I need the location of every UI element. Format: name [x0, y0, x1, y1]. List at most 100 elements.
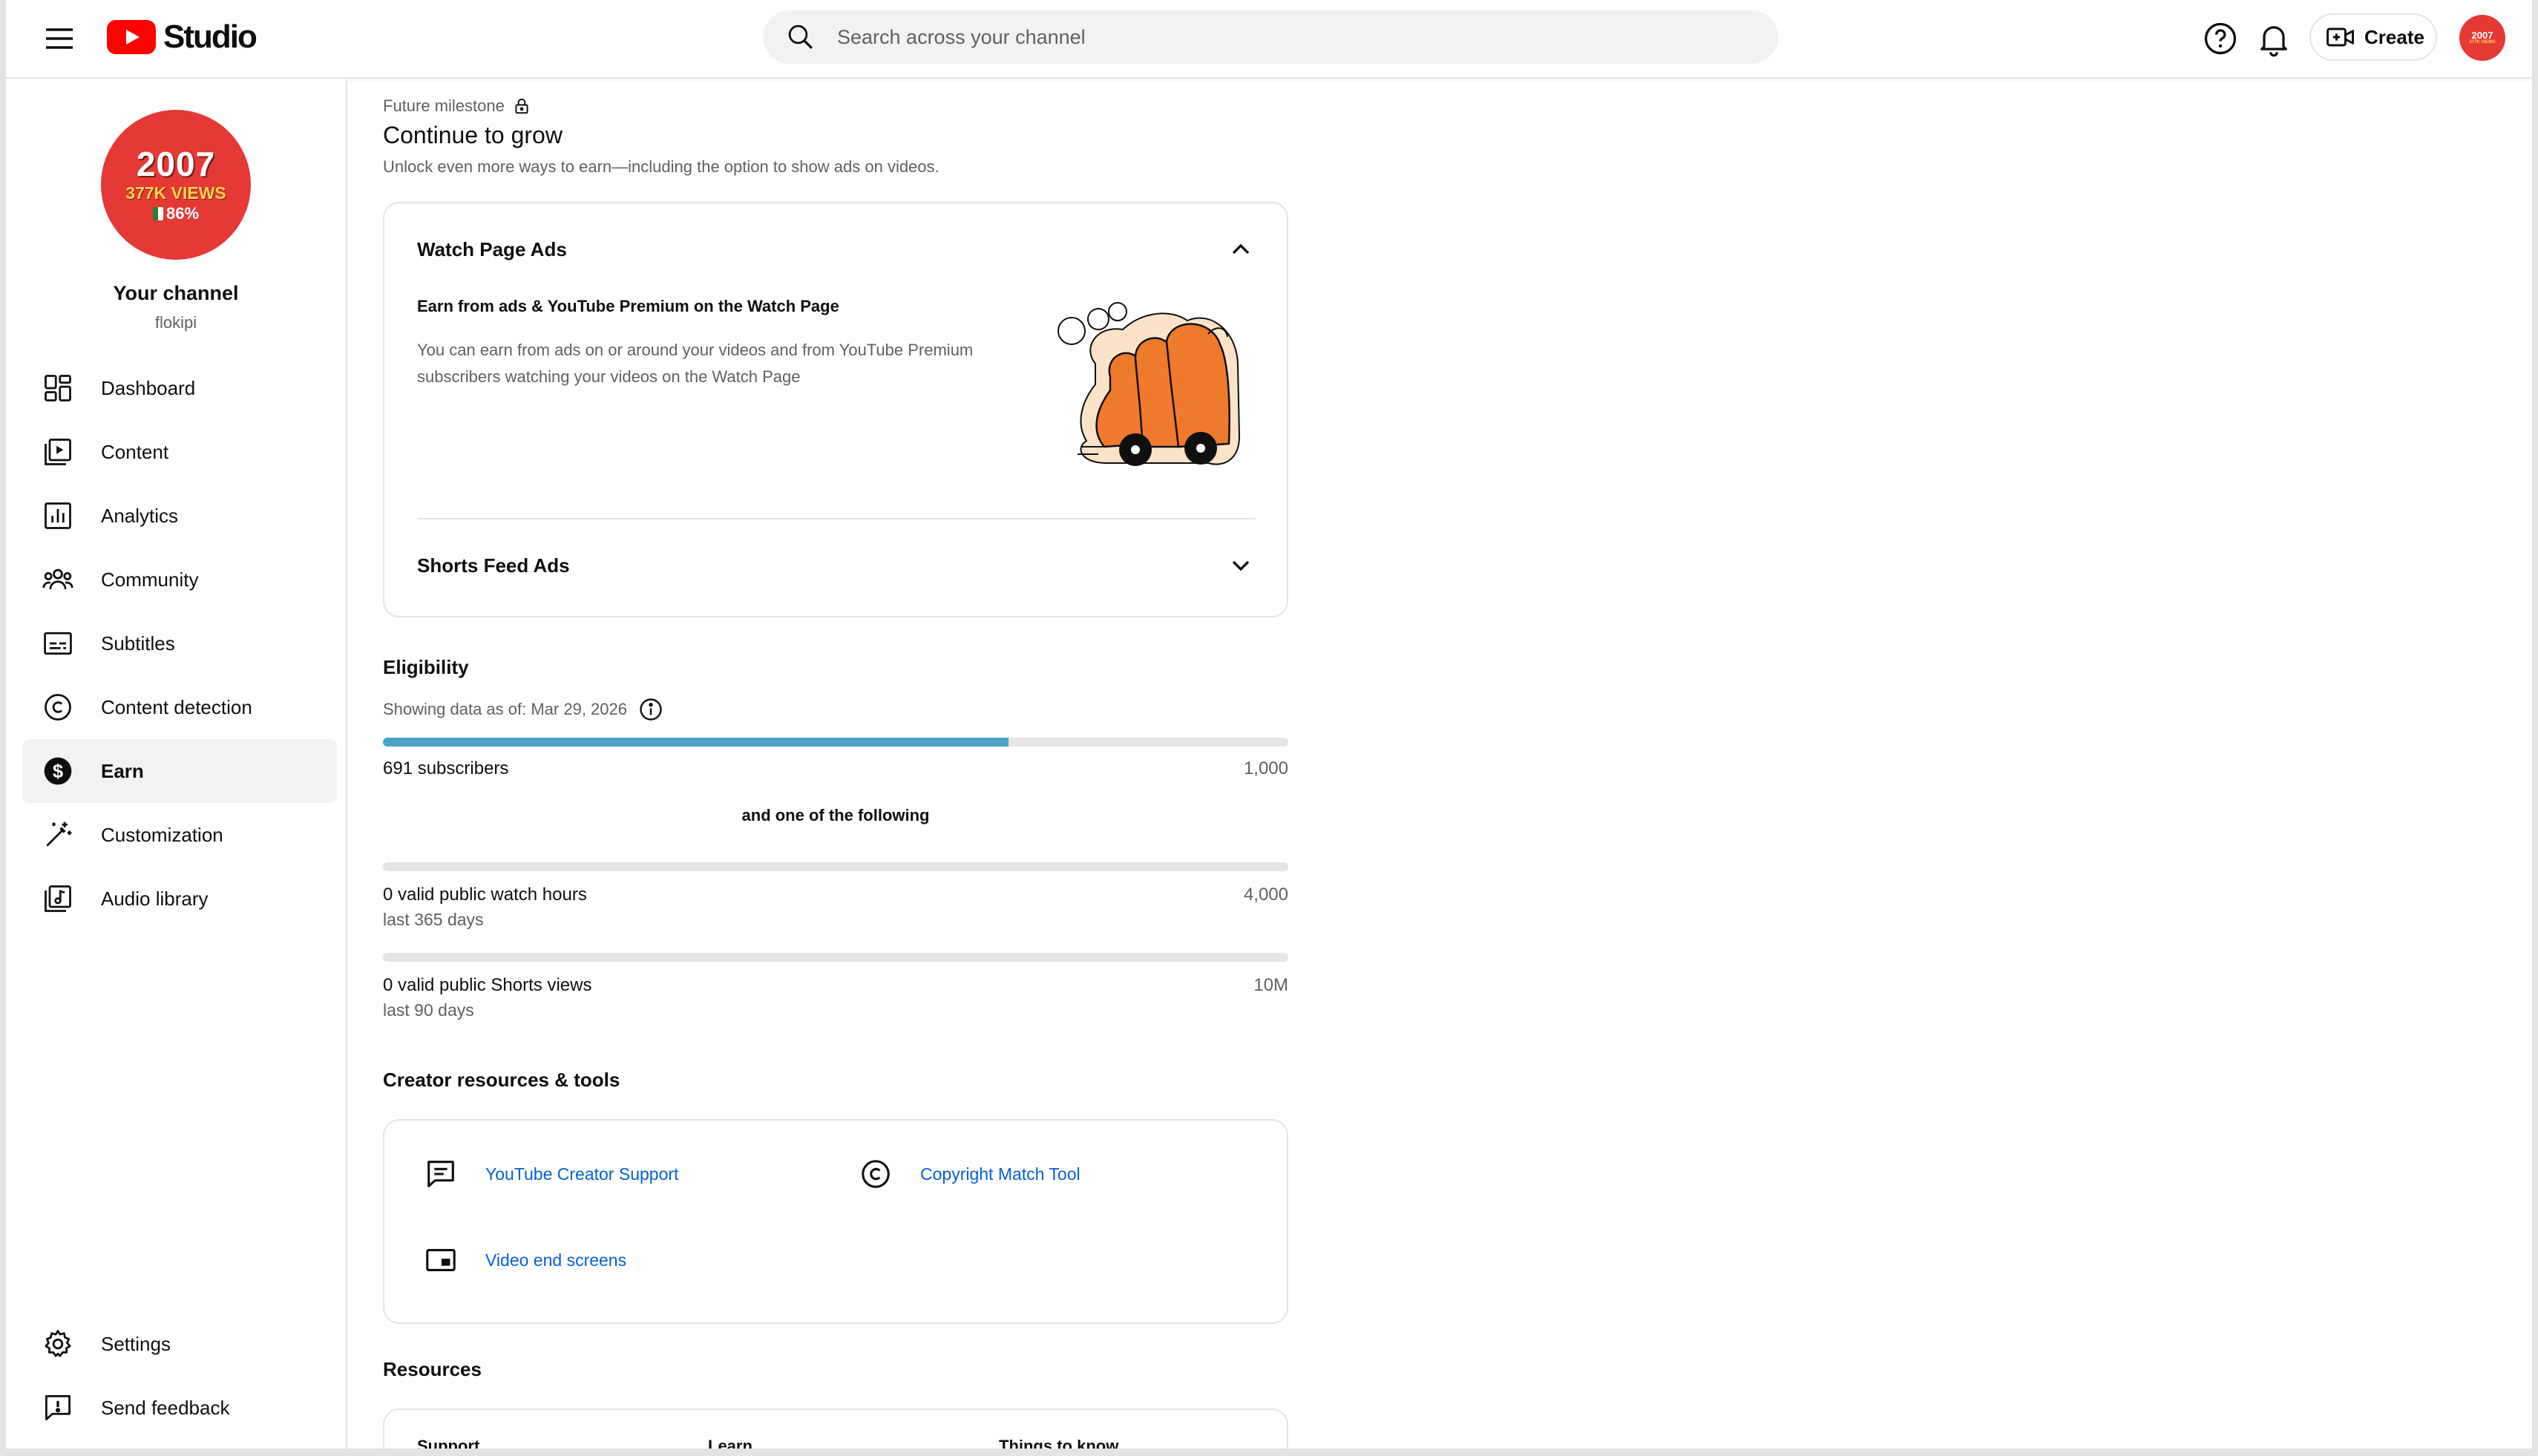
- sidebar-item-label: Settings: [101, 1332, 171, 1355]
- feedback-icon: [40, 1390, 76, 1426]
- shorts-views-progress-bar: [383, 953, 1288, 962]
- flag-icon: [152, 207, 163, 220]
- chevron-up-icon[interactable]: [1226, 235, 1256, 264]
- sidebar-item-send-feedback[interactable]: Send feedback: [22, 1376, 337, 1440]
- shorts-views-count: 0 valid public Shorts views: [383, 975, 592, 995]
- help-icon[interactable]: [2201, 19, 2240, 58]
- sidebar-item-community[interactable]: Community: [22, 548, 337, 611]
- watch-hours-period: last 365 days: [383, 910, 484, 929]
- resources-col-support[interactable]: Support: [417, 1437, 479, 1449]
- account-avatar[interactable]: 2007 377K VIEWS: [2459, 15, 2505, 61]
- channel-handle: flokipi: [154, 313, 197, 332]
- channel-avatar[interactable]: 2007 377K VIEWS 86%: [101, 110, 251, 260]
- sidebar-item-content[interactable]: Content: [22, 420, 337, 484]
- info-icon[interactable]: [637, 696, 664, 723]
- sidebar-item-label: Dashboard: [101, 376, 196, 399]
- creator-support-link[interactable]: YouTube Creator Support: [423, 1156, 678, 1192]
- chat-icon: [423, 1156, 459, 1192]
- sidebar: 2007 377K VIEWS 86% Your channel flokipi…: [6, 79, 347, 1449]
- app-name: Studio: [163, 19, 258, 55]
- sidebar-item-label: Customization: [101, 823, 223, 846]
- sidebar-item-label: Earn: [101, 759, 144, 782]
- sidebar-item-customization[interactable]: Customization: [22, 803, 337, 867]
- tools-card: YouTube Creator Support Copyright Match …: [383, 1119, 1288, 1324]
- subscribers-progress-bar: [383, 738, 1288, 747]
- sidebar-item-label: Analytics: [101, 504, 179, 527]
- search-input[interactable]: [836, 24, 1714, 50]
- sidebar-item-label: Send feedback: [101, 1396, 230, 1419]
- shorts-views-target: 10M: [1253, 975, 1288, 995]
- youtube-logo-icon: [107, 20, 156, 54]
- gear-icon: [40, 1326, 76, 1362]
- lock-icon: [515, 98, 528, 114]
- or-text: and one of the following: [741, 806, 930, 824]
- accordion-divider: [417, 518, 1256, 519]
- search-bar[interactable]: [763, 10, 1778, 64]
- resources-col-learn[interactable]: Learn: [708, 1437, 752, 1449]
- magic-wand-icon: [40, 817, 76, 853]
- subscribers-count: 691 subscribers: [383, 758, 509, 778]
- watch-page-ads-subtitle: Earn from ads & YouTube Premium on the W…: [417, 297, 839, 315]
- sidebar-item-settings[interactable]: Settings: [22, 1312, 337, 1376]
- sidebar-item-label: Audio library: [101, 887, 209, 910]
- avatar-subtext: 377K VIEWS: [2469, 40, 2496, 45]
- end-screen-icon: [423, 1242, 459, 1278]
- page-subtitle: Unlock even more ways to earn—including …: [383, 157, 940, 176]
- shorts-views-period: last 90 days: [383, 1000, 474, 1020]
- dollar-icon: $: [40, 753, 76, 789]
- menu-icon[interactable]: [42, 21, 77, 56]
- subtitles-icon: [40, 626, 76, 661]
- sidebar-item-dashboard[interactable]: Dashboard: [22, 356, 337, 420]
- shorts-feed-ads-header[interactable]: Shorts Feed Ads: [417, 543, 1256, 588]
- eligibility-title: Eligibility: [383, 656, 469, 678]
- content-icon: [40, 434, 76, 470]
- caterpillar-car-illustration: [1058, 302, 1241, 466]
- chevron-down-icon[interactable]: [1226, 551, 1256, 580]
- audio-library-icon: [40, 881, 76, 916]
- ads-card: Watch Page Ads Earn from ads & YouTube P…: [383, 202, 1288, 617]
- top-bar: Studio Search across your channel Create…: [6, 0, 2532, 79]
- tool-label[interactable]: YouTube Creator Support: [485, 1164, 678, 1184]
- video-plus-icon: [2326, 27, 2354, 47]
- create-button[interactable]: Create: [2309, 13, 2437, 61]
- copyright-icon: [40, 689, 76, 725]
- shorts-feed-ads-title: Shorts Feed Ads: [417, 554, 570, 577]
- studio-logo[interactable]: Studio: [107, 16, 258, 58]
- sidebar-item-analytics[interactable]: Analytics: [22, 484, 337, 548]
- copyright-icon: [858, 1156, 893, 1192]
- copyright-match-link[interactable]: Copyright Match Tool: [858, 1156, 1081, 1192]
- sidebar-item-label: Content detection: [101, 695, 252, 718]
- watch-hours-progress-bar: [383, 862, 1288, 871]
- page-title: Continue to grow: [383, 122, 563, 148]
- sidebar-item-subtitles[interactable]: Subtitles: [22, 611, 337, 675]
- community-icon: [40, 562, 76, 597]
- tool-label[interactable]: Video end screens: [485, 1250, 626, 1270]
- tool-label[interactable]: Copyright Match Tool: [920, 1164, 1081, 1184]
- analytics-icon: [40, 498, 76, 534]
- resources-title: Resources: [383, 1358, 482, 1380]
- watch-page-ads-header[interactable]: Watch Page Ads: [417, 227, 1256, 272]
- eligibility-as-of: Showing data as of: Mar 29, 2026: [383, 700, 627, 718]
- milestone-label: Future milestone: [383, 96, 505, 115]
- sidebar-item-content-detection[interactable]: Content detection: [22, 675, 337, 739]
- milestone-row: Future milestone: [383, 96, 531, 116]
- main-content: Future milestone Continue to grow Unlock…: [380, 79, 1290, 1449]
- subscribers-progress-fill: [383, 738, 1009, 747]
- studio-window: Studio Search across your channel Create…: [6, 0, 2532, 1449]
- eligibility-as-of-row: Showing data as of: Mar 29, 2026: [383, 696, 664, 723]
- avatar-line3-wrap: 86%: [152, 203, 200, 224]
- notifications-bell-icon[interactable]: [2255, 19, 2293, 58]
- sidebar-item-label: Content: [101, 440, 169, 463]
- sidebar-item-label: Community: [101, 568, 199, 591]
- end-screens-link[interactable]: Video end screens: [423, 1242, 626, 1278]
- avatar-line1: 2007: [136, 145, 216, 183]
- sidebar-item-audio-library[interactable]: Audio library: [22, 867, 337, 931]
- create-label: Create: [2364, 25, 2424, 48]
- resources-card: Support Learn Things to know: [383, 1409, 1288, 1449]
- avatar-line3: 86%: [165, 204, 200, 223]
- tools-title: Creator resources & tools: [383, 1069, 620, 1091]
- resources-col-things-to-know[interactable]: Things to know: [999, 1437, 1118, 1449]
- sidebar-item-earn[interactable]: $ Earn: [22, 739, 337, 803]
- avatar-line2: 377K VIEWS: [125, 183, 226, 203]
- search-icon: [788, 24, 813, 49]
